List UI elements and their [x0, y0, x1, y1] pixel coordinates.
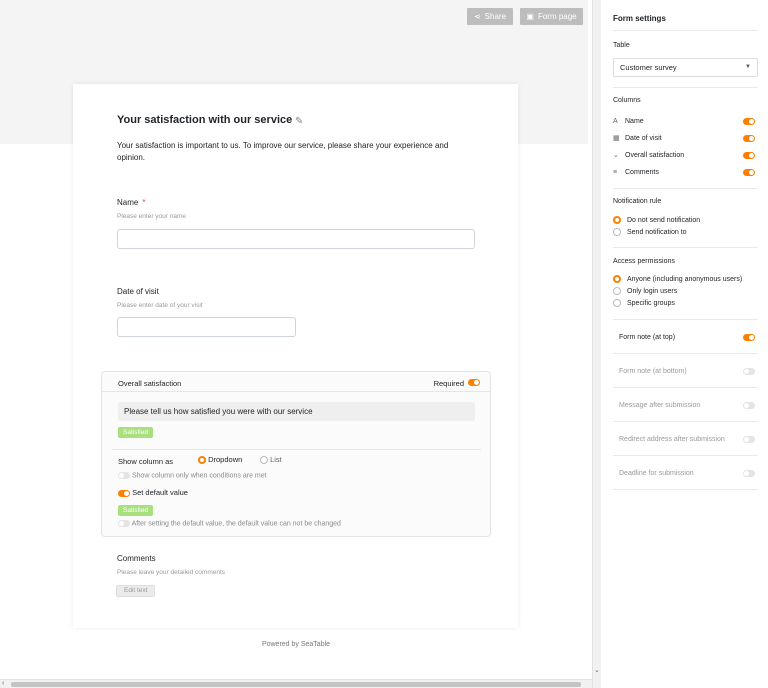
lock-default-toggle[interactable] [118, 520, 130, 527]
divider [613, 489, 758, 490]
radio-selected-icon [613, 275, 621, 283]
setting-toggle[interactable] [743, 367, 755, 375]
horizontal-scrollbar[interactable]: ‹ [0, 679, 592, 688]
column-toggle[interactable] [743, 151, 755, 159]
satisfaction-header: Overall satisfaction Required [102, 372, 490, 392]
divider [613, 247, 758, 248]
scroll-down-icon[interactable]: ⌄ [594, 666, 600, 674]
required-toggle[interactable] [468, 379, 480, 386]
default-value-option[interactable]: Set default value [118, 488, 188, 497]
setting-toggle[interactable] [743, 333, 755, 341]
radio-selected-icon [613, 216, 621, 224]
access-option-anyone[interactable]: Anyone (including anonymous users) [613, 273, 763, 285]
access-option-login[interactable]: Only login users [613, 285, 755, 297]
column-row-satisfaction[interactable]: ⌄ Overall satisfaction [613, 149, 755, 161]
notification-option-none[interactable]: Do not send notification [613, 214, 755, 226]
default-value-toggle[interactable] [118, 489, 130, 497]
date-field-description: Please enter date of your visit [117, 302, 203, 309]
setting-message-after-submission[interactable]: Message after submission [613, 399, 755, 411]
radio-selected-icon [198, 456, 206, 465]
date-field-label: Date of visit [117, 287, 159, 296]
lock-default-option[interactable]: After setting the default value, the def… [118, 520, 341, 527]
setting-form-note-top[interactable]: Form note (at top) [613, 331, 755, 343]
chevron-down-icon: ▼ [745, 64, 751, 70]
radio-empty-icon [613, 299, 621, 307]
notification-option-send[interactable]: Send notification to [613, 226, 755, 238]
share-icon: ⋖ [473, 12, 481, 21]
edit-pencil-icon[interactable]: ✎ [295, 116, 303, 127]
scroll-left-icon[interactable]: ‹ [2, 680, 4, 687]
list-radio[interactable]: List [260, 455, 282, 465]
conditional-toggle[interactable] [118, 472, 130, 479]
name-input[interactable] [117, 229, 475, 249]
column-toggle[interactable] [743, 168, 755, 176]
satisfied-option-tag[interactable]: Satisfied [118, 427, 153, 438]
table-label: Table [613, 42, 630, 49]
setting-form-note-bottom[interactable]: Form note (at bottom) [613, 365, 755, 377]
form-preview-area: ⋖ Share ▣ Form page Your satisfaction wi… [0, 0, 592, 688]
satisfaction-field-panel[interactable]: Overall satisfaction Required Please tel… [101, 371, 491, 537]
setting-deadline[interactable]: Deadline for submission [613, 467, 755, 479]
column-toggle[interactable] [743, 117, 755, 125]
long-text-icon: ≡ [613, 168, 618, 176]
column-row-comments[interactable]: ≡ Comments [613, 166, 755, 178]
divider [613, 188, 758, 189]
setting-toggle[interactable] [743, 469, 755, 477]
setting-toggle[interactable] [743, 401, 755, 409]
satisfaction-label: Overall satisfaction [118, 379, 182, 388]
dropdown-radio[interactable]: Dropdown [198, 455, 242, 465]
comments-field-label: Comments [117, 554, 156, 563]
column-row-name[interactable]: A Name [613, 115, 755, 127]
satisfaction-question[interactable]: Please tell us how satisfied you were wi… [118, 402, 475, 421]
single-select-icon: ⌄ [613, 152, 619, 159]
date-input[interactable] [117, 317, 296, 337]
table-select[interactable]: Customer survey ▼ [613, 58, 758, 77]
required-mark: * [142, 198, 146, 207]
horizontal-scroll-thumb[interactable] [11, 682, 581, 687]
form-page-button[interactable]: ▣ Form page [520, 8, 583, 25]
required-label: Required [433, 379, 464, 388]
setting-toggle[interactable] [743, 435, 755, 443]
show-column-as-label: Show column as [118, 457, 174, 466]
radio-empty-icon [260, 456, 268, 465]
form-title[interactable]: Your satisfaction with our service [117, 114, 292, 126]
form-card: Your satisfaction with our service ✎ You… [73, 84, 518, 628]
divider [613, 455, 758, 456]
access-option-groups[interactable]: Specific groups [613, 297, 755, 309]
divider [613, 87, 758, 88]
name-field-description: Please enter your name [117, 213, 187, 220]
columns-label: Columns [613, 97, 641, 104]
vertical-scrollbar[interactable]: ⌄ [592, 0, 601, 688]
divider [112, 449, 481, 450]
divider [613, 387, 758, 388]
powered-by-footer[interactable]: Powered by SeaTable [0, 641, 592, 648]
text-type-icon: A [613, 117, 618, 125]
conditional-display-option[interactable]: Show column only when conditions are met [118, 472, 267, 479]
access-permissions-label: Access permissions [613, 258, 675, 265]
sidebar-title: Form settings [613, 14, 666, 23]
column-row-date[interactable]: ▦ Date of visit [613, 132, 755, 144]
edit-text-button[interactable]: Edit text [116, 585, 156, 597]
form-description[interactable]: Your satisfaction is important to us. To… [117, 140, 477, 164]
default-value-tag[interactable]: Satisfied [118, 505, 153, 516]
divider [613, 30, 758, 31]
setting-redirect-address[interactable]: Redirect address after submission [613, 433, 755, 445]
calendar-icon: ▦ [613, 135, 620, 142]
radio-empty-icon [613, 287, 621, 295]
divider [613, 319, 758, 320]
divider [613, 421, 758, 422]
radio-empty-icon [613, 228, 621, 236]
comments-field-description: Please leave your detailed comments [117, 569, 226, 576]
divider [613, 353, 758, 354]
name-field-label: Name * [117, 198, 146, 207]
form-page-icon: ▣ [526, 12, 534, 21]
notification-rule-label: Notification rule [613, 198, 662, 205]
column-toggle[interactable] [743, 134, 755, 142]
share-button[interactable]: ⋖ Share [467, 8, 513, 25]
form-settings-sidebar: Form settings Table Customer survey ▼ Co… [601, 0, 768, 688]
